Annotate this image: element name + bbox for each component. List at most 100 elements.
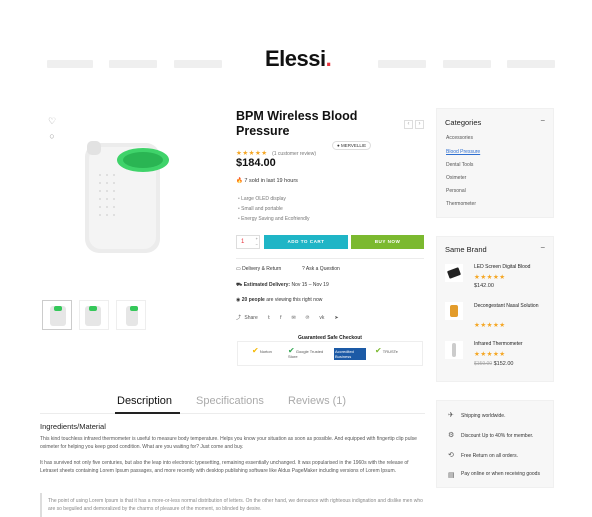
delivery-return-link[interactable]: ▭ Delivery & Return bbox=[236, 266, 281, 272]
same-brand-title: Same Brand bbox=[445, 245, 487, 254]
fire-icon: 🔥 bbox=[236, 178, 243, 184]
rating-stars: ★★★★★ bbox=[474, 322, 506, 329]
nav-item[interactable] bbox=[109, 60, 157, 68]
sold-info: 🔥 7 sold in last 19 hours bbox=[236, 178, 298, 184]
pinterest-icon[interactable]: ℗ bbox=[306, 315, 310, 321]
category-link-active[interactable]: Blood Pressure bbox=[446, 149, 480, 155]
rating-stars: ★★★★★ bbox=[474, 351, 506, 358]
site-logo[interactable]: Elessi. bbox=[265, 46, 332, 72]
product-thumb[interactable] bbox=[445, 264, 463, 282]
description-paragraph: It has survived not only five centuries,… bbox=[40, 460, 409, 474]
add-to-cart-button[interactable]: ADD TO CART bbox=[264, 235, 348, 249]
feature-list: Large OLED display Small and portable En… bbox=[238, 194, 310, 224]
product-name[interactable]: Decongestant Nasal Solution bbox=[474, 303, 544, 310]
categories-panel: Categories − Accessories Blood Pressure … bbox=[436, 108, 554, 218]
thumbnail[interactable] bbox=[116, 300, 146, 330]
tab-specifications[interactable]: Specifications bbox=[196, 395, 264, 407]
category-link[interactable]: Personal bbox=[446, 188, 466, 194]
rating-stars: ★★★★★ bbox=[474, 274, 506, 281]
badge-label: Norton bbox=[259, 349, 272, 354]
product-title: BPM Wireless Blood Pressure bbox=[236, 109, 358, 138]
eye-icon: ◉ bbox=[236, 297, 241, 303]
old-price: $159.00 bbox=[474, 361, 493, 367]
review-link[interactable]: (1 customer review) bbox=[272, 151, 316, 157]
category-link[interactable]: Accessories bbox=[446, 135, 473, 141]
thumbnail[interactable] bbox=[42, 300, 72, 330]
badge-label: Accredited Business bbox=[335, 349, 354, 359]
categories-title: Categories bbox=[445, 118, 482, 127]
vendor-name: MERVELLIE bbox=[340, 143, 367, 148]
truck-icon: ⛟ bbox=[236, 282, 243, 288]
category-link[interactable]: Dental Tools bbox=[446, 162, 473, 168]
feature-item: Small and portable bbox=[238, 204, 310, 214]
shipping-item: Discount Up to 40% for member. bbox=[461, 433, 534, 439]
shipping-item: Pay online or when receiving goods bbox=[461, 471, 540, 477]
description-paragraph: This kind touchless infrared thermometer… bbox=[40, 436, 417, 450]
description-quote: The point of using Lorem Ipsum is that i… bbox=[48, 498, 423, 512]
nav-item[interactable] bbox=[443, 60, 491, 68]
collapse-icon[interactable]: − bbox=[540, 243, 545, 252]
vendor-badge[interactable]: ● MERVELLIE bbox=[332, 141, 372, 150]
vk-icon[interactable]: vk bbox=[319, 315, 324, 321]
share-icon: ⤴ bbox=[236, 315, 242, 321]
sold-text: 7 sold in last 19 hours bbox=[244, 178, 298, 184]
check-icon: ✔ bbox=[252, 346, 259, 355]
product-image[interactable] bbox=[75, 125, 185, 265]
plane-icon: ✈ bbox=[448, 412, 454, 419]
feature-item: Large OLED display bbox=[238, 194, 310, 204]
nav-item[interactable] bbox=[174, 60, 222, 68]
feature-item: Energy Saving and Ecofriendly bbox=[238, 214, 309, 224]
share-row: ⤴ Share 𝕥 f ✉ ℗ vk ➤ bbox=[236, 314, 339, 321]
twitter-icon[interactable]: 𝕥 bbox=[268, 315, 270, 321]
nav-item[interactable] bbox=[47, 60, 93, 68]
prev-product-icon[interactable]: ‹ bbox=[404, 120, 413, 129]
viewing-info: ◉ 20 people are viewing this right now bbox=[236, 297, 322, 303]
product-name[interactable]: Infrared Thermometer bbox=[474, 341, 523, 348]
quantity-arrows-icon[interactable]: + − bbox=[256, 236, 258, 248]
shipping-item: Shipping worldwide. bbox=[461, 413, 506, 419]
check-icon: ✔ bbox=[375, 346, 382, 355]
checkout-badges: ✔ Norton ✔ Google Trusted Store Accredit… bbox=[237, 341, 423, 366]
viewing-text: are viewing this right now bbox=[266, 297, 323, 303]
logo-text: Elessi bbox=[265, 46, 326, 71]
estimated-value: Nov 15 – Nov 19 bbox=[291, 282, 329, 288]
next-product-icon[interactable]: › bbox=[415, 120, 424, 129]
ask-question-link[interactable]: ? Ask a Question bbox=[302, 266, 340, 272]
nav-item[interactable] bbox=[378, 60, 426, 68]
category-link[interactable]: Oximeter bbox=[446, 175, 466, 181]
product-nav: ‹ › bbox=[402, 112, 424, 130]
email-icon[interactable]: ✉ bbox=[291, 315, 295, 321]
tab-description[interactable]: Description bbox=[117, 395, 172, 407]
estimated-label: Estimated Delivery: bbox=[243, 282, 291, 288]
norton-badge: ✔ Norton bbox=[252, 346, 272, 360]
collapse-icon[interactable]: − bbox=[540, 116, 545, 125]
nav-item[interactable] bbox=[507, 60, 555, 68]
share-label: Share bbox=[244, 315, 258, 321]
quantity-value: 1 bbox=[241, 239, 245, 245]
description-heading: Ingredients/Material bbox=[40, 422, 106, 431]
viewing-count: 20 people bbox=[241, 297, 265, 303]
quantity-stepper[interactable]: 1 + − bbox=[236, 235, 260, 249]
product-price: $184.00 bbox=[236, 157, 276, 169]
box-icon: ▭ bbox=[236, 266, 241, 272]
truste-badge: ✔ TRUSTe bbox=[375, 346, 398, 360]
product-thumb[interactable] bbox=[445, 302, 463, 320]
facebook-icon[interactable]: f bbox=[280, 315, 281, 321]
wishlist-icon[interactable]: ♡ bbox=[47, 116, 57, 126]
google-badge: ✔ Google Trusted Store bbox=[288, 347, 326, 360]
logo-dot: . bbox=[325, 46, 332, 71]
thumbnail[interactable] bbox=[79, 300, 109, 330]
rating-stars: ★★★★★ bbox=[236, 150, 268, 157]
compare-icon[interactable]: ○ bbox=[47, 131, 57, 141]
question-icon: ? bbox=[302, 266, 305, 272]
product-name[interactable]: LED Screen Digital Blood bbox=[474, 264, 530, 271]
estimated-delivery: ⛟ Estimated Delivery: Nov 15 – Nov 19 bbox=[236, 282, 329, 289]
percent-badge-icon: ⚙ bbox=[448, 432, 455, 439]
buy-now-button[interactable]: BUY NOW bbox=[351, 235, 424, 249]
product-price: $152.00 bbox=[493, 361, 514, 367]
tab-reviews[interactable]: Reviews (1) bbox=[288, 395, 346, 407]
telegram-icon[interactable]: ➤ bbox=[334, 315, 338, 321]
product-thumb[interactable] bbox=[445, 341, 463, 359]
same-brand-panel: Same Brand − LED Screen Digital Blood ★★… bbox=[436, 236, 554, 382]
category-link[interactable]: Thermometer bbox=[446, 201, 476, 207]
